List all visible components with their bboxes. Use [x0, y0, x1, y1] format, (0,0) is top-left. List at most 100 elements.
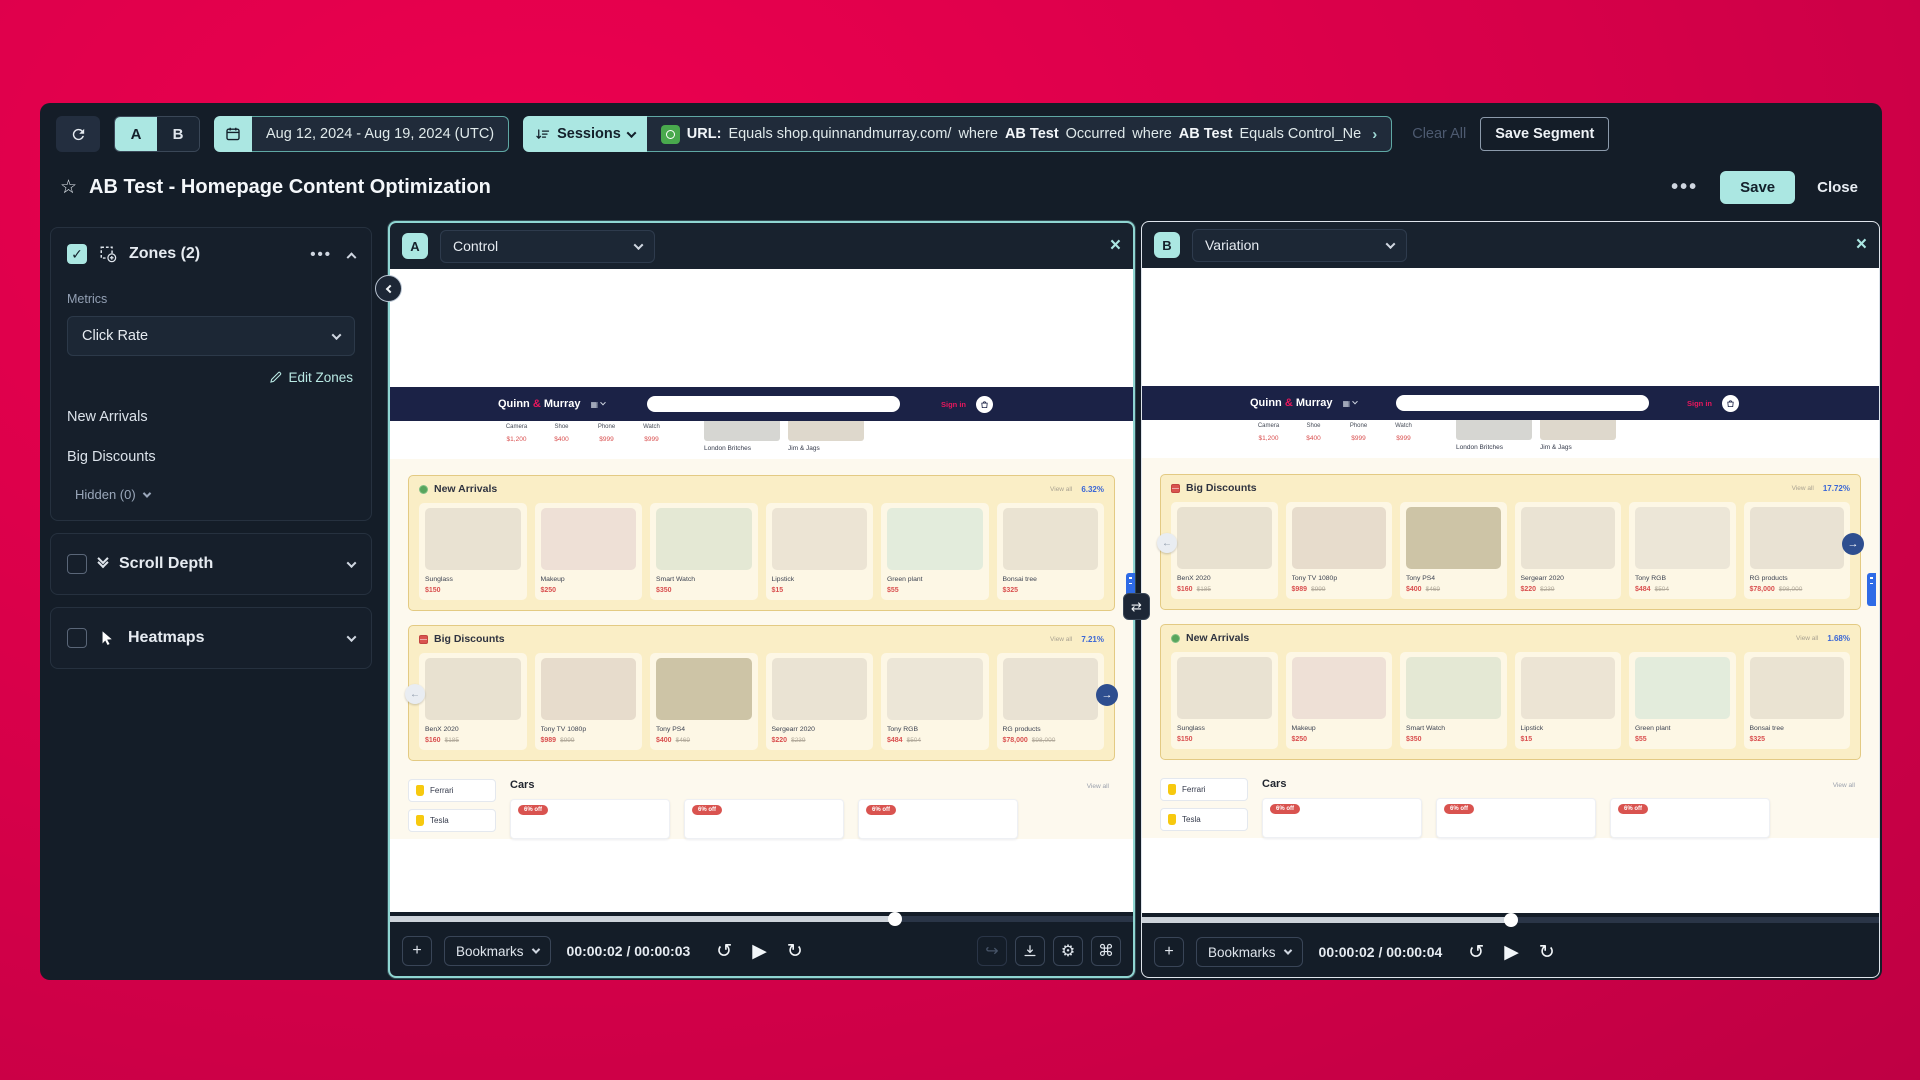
zone-row-new-arrivals[interactable]: New Arrivals [67, 409, 355, 425]
car-card[interactable]: 6% off [1262, 798, 1422, 838]
product-card[interactable]: Makeup $250 [534, 503, 642, 600]
site-search-input[interactable] [646, 396, 900, 412]
carousel-right-button[interactable]: → [1096, 684, 1118, 706]
add-bookmark-button[interactable]: + [402, 936, 432, 966]
zones-menu-button[interactable]: ••• [310, 246, 332, 263]
shortcuts-button[interactable]: ⌘ [1091, 936, 1121, 966]
product-card[interactable]: Sunglass $150 [419, 503, 527, 600]
zone-row-big-discounts[interactable]: Big Discounts [67, 449, 355, 465]
segment-filter-pill[interactable]: URL: Equals shop.quinnandmurray.com/ whe… [646, 116, 1393, 152]
car-brand-row[interactable]: Tesla [408, 809, 496, 832]
replay-scrubber-b[interactable] [1142, 913, 1879, 927]
product-card[interactable]: BenX 2020 $160 $185 [1171, 502, 1278, 599]
product-card[interactable]: Bonsai tree $325 [996, 503, 1104, 600]
skip-forward-button[interactable]: ↻ [787, 940, 803, 963]
more-menu-button[interactable]: ••• [1671, 176, 1698, 199]
view-all-link[interactable]: View all [1833, 782, 1855, 789]
ab-toggle-a[interactable]: A [115, 117, 157, 151]
save-segment-button[interactable]: Save Segment [1480, 117, 1610, 151]
carousel-left-button[interactable]: ← [405, 684, 425, 704]
refresh-icon [70, 126, 87, 143]
strip-shop-card: London Britches [704, 421, 780, 452]
play-button[interactable]: ▶ [752, 940, 767, 963]
product-card[interactable]: Sergearr 2020 $220 $239 [1514, 502, 1621, 599]
hidden-zones-toggle[interactable]: Hidden (0) [75, 487, 355, 502]
zone-big-discounts[interactable]: Big Discounts View all 17.72% BenX 2020 … [1157, 474, 1864, 610]
view-all-link[interactable]: View all [1087, 783, 1109, 790]
skip-back-button[interactable]: ↺ [716, 940, 732, 963]
settings-button[interactable]: ⚙ [1053, 936, 1083, 966]
product-card[interactable]: Makeup $250 [1285, 652, 1392, 749]
edit-zones-link[interactable]: Edit Zones [269, 370, 353, 385]
zone-new-arrivals[interactable]: New Arrivals View all 6.32% Sunglass $15… [408, 475, 1115, 611]
product-card[interactable]: Smart Watch $350 [1400, 652, 1507, 749]
product-card[interactable]: Lipstick $15 [765, 503, 873, 600]
carousel-right-button[interactable]: → [1842, 533, 1864, 555]
metric-dropdown[interactable]: Click Rate [67, 316, 355, 356]
product-card[interactable]: Tony RGB $484 $504 [1629, 502, 1736, 599]
variant-dropdown-a[interactable]: Control [440, 229, 655, 263]
variant-dropdown-b[interactable]: Variation [1192, 228, 1407, 262]
carousel-left-button[interactable]: ← [1157, 533, 1177, 553]
car-card[interactable]: 6% off [510, 799, 670, 839]
product-card[interactable]: Tony TV 1080p $989 $999 [1285, 502, 1392, 599]
site-search-input[interactable] [1395, 395, 1649, 411]
product-card[interactable]: Green plant $55 [1629, 652, 1736, 749]
car-card[interactable]: 6% off [1610, 798, 1770, 838]
car-card[interactable]: 6% off [1436, 798, 1596, 838]
zone-new-arrivals[interactable]: New Arrivals View all 1.68% Sunglass $15… [1160, 624, 1861, 760]
product-card[interactable]: Lipstick $15 [1514, 652, 1621, 749]
product-card[interactable]: Bonsai tree $325 [1743, 652, 1850, 749]
date-range-control[interactable]: Aug 12, 2024 - Aug 19, 2024 (UTC) [214, 116, 510, 152]
close-panel-a-icon[interactable]: × [1110, 235, 1121, 257]
scroll-depth-checkbox[interactable] [67, 554, 87, 574]
close-panel-b-icon[interactable]: × [1856, 234, 1867, 256]
favorite-star-icon[interactable]: ☆ [60, 176, 77, 199]
bookmarks-dropdown[interactable]: Bookmarks [444, 936, 551, 966]
view-all-link[interactable]: View all [1050, 486, 1072, 493]
product-card[interactable]: RG products $78,000 $98,000 [996, 653, 1104, 750]
product-card[interactable]: Tony PS4 $400 $469 [1400, 502, 1507, 599]
product-card[interactable]: Green plant $55 [881, 503, 989, 600]
ab-toggle-b[interactable]: B [157, 117, 199, 151]
add-bookmark-button[interactable]: + [1154, 937, 1184, 967]
close-button[interactable]: Close [1817, 179, 1858, 196]
product-card[interactable]: Tony PS4 $400 $469 [650, 653, 758, 750]
view-all-link[interactable]: View all [1792, 485, 1814, 492]
collapse-zones-icon[interactable] [346, 251, 357, 262]
car-brand-row[interactable]: Tesla [1160, 808, 1248, 831]
product-card[interactable]: Sunglass $150 [1171, 652, 1278, 749]
share-button[interactable]: ↪ [977, 936, 1007, 966]
play-button[interactable]: ▶ [1504, 941, 1519, 964]
zones-checkbox[interactable]: ✓ [67, 244, 87, 264]
zone-big-discounts[interactable]: Big Discounts View all 7.21% BenX 2020 $… [405, 625, 1118, 761]
product-card[interactable]: BenX 2020 $160 $185 [419, 653, 527, 750]
car-brand-row[interactable]: Ferrari [1160, 778, 1248, 801]
car-brand-row[interactable]: Ferrari [408, 779, 496, 802]
car-card[interactable]: 6% off [684, 799, 844, 839]
replay-viewport-a: Quinn & Murray ▦ Sign in Camera $1,200 Sh [390, 269, 1133, 912]
product-card[interactable]: Tony TV 1080p $989 $999 [534, 653, 642, 750]
refresh-button[interactable] [56, 116, 100, 152]
save-button[interactable]: Save [1720, 170, 1796, 204]
replay-scrubber-a[interactable] [390, 912, 1133, 926]
expand-heatmaps-icon[interactable] [346, 631, 357, 642]
view-all-link[interactable]: View all [1796, 635, 1818, 642]
heatmaps-checkbox[interactable] [67, 628, 87, 648]
clear-all-button[interactable]: Clear All [1412, 126, 1466, 142]
download-button[interactable] [1015, 936, 1045, 966]
bookmarks-dropdown[interactable]: Bookmarks [1196, 937, 1303, 967]
car-card[interactable]: 6% off [858, 799, 1018, 839]
product-card[interactable]: Smart Watch $350 [650, 503, 758, 600]
panel-b-scroll-marker[interactable] [1867, 573, 1876, 606]
expand-scroll-depth-icon[interactable] [346, 557, 357, 568]
view-all-link[interactable]: View all [1050, 636, 1072, 643]
product-card[interactable]: RG products $78,000 $98,000 [1743, 502, 1850, 599]
skip-forward-button[interactable]: ↻ [1539, 941, 1555, 964]
skip-back-button[interactable]: ↺ [1468, 941, 1484, 964]
product-card[interactable]: Tony RGB $484 $504 [881, 653, 989, 750]
collapse-sidebar-button[interactable] [375, 275, 402, 302]
product-card[interactable]: Sergearr 2020 $220 $239 [765, 653, 873, 750]
segment-type-dropdown[interactable]: Sessions [523, 116, 647, 152]
panel-resize-handle[interactable]: ⇄ [1123, 593, 1150, 620]
